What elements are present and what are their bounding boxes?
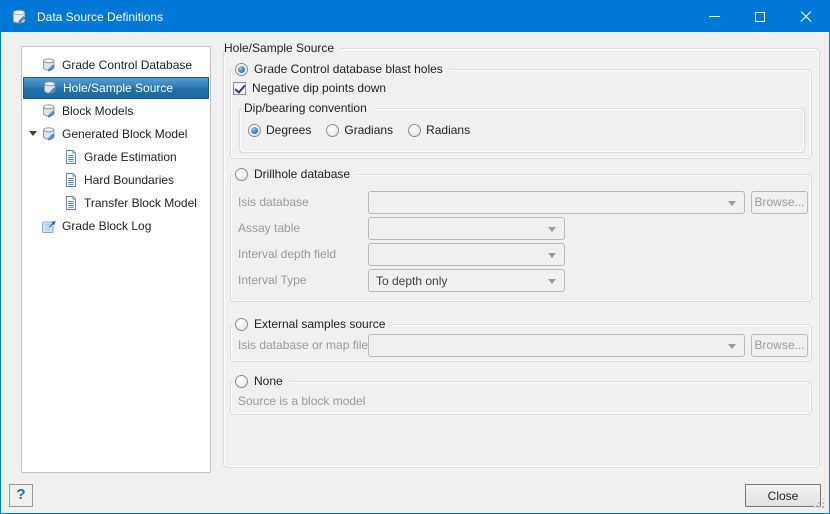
dip-bearing-options: Degrees Gradians Radians: [248, 123, 470, 137]
document-icon: [63, 172, 79, 188]
tree-item-label: Hard Boundaries: [84, 173, 174, 187]
none-radio-label: None: [254, 374, 283, 388]
interval-depth-field-combobox[interactable]: [368, 243, 565, 266]
isis-map-file-label: Isis database or map file: [238, 338, 368, 352]
close-icon: [800, 11, 812, 23]
gradians-radio[interactable]: [326, 124, 339, 137]
isis-map-file-browse-button[interactable]: Browse...: [751, 334, 808, 357]
tree-item-generated-block-model[interactable]: Generated Block Model: [23, 123, 209, 145]
tree-item-label: Grade Estimation: [84, 150, 177, 164]
isis-map-file-combobox[interactable]: [368, 334, 745, 357]
assay-table-combobox[interactable]: [368, 217, 565, 240]
database-edit-icon: [41, 57, 57, 73]
interval-depth-field-label: Interval depth field: [238, 247, 336, 261]
drillhole-group: Drillhole database Isis database Browse.…: [230, 174, 812, 302]
chevron-down-icon: [548, 279, 556, 284]
blast-holes-radio-label: Grade Control database blast holes: [254, 62, 443, 76]
minimize-button[interactable]: [691, 1, 737, 32]
dip-bearing-group: Dip/bearing convention Degrees Gradians …: [239, 108, 805, 153]
group-title-text: Hole/Sample Source: [224, 41, 334, 55]
isis-database-combobox[interactable]: [368, 191, 745, 214]
radians-radio[interactable]: [408, 124, 421, 137]
expander-icon[interactable]: [29, 131, 37, 136]
resize-grip[interactable]: [812, 496, 824, 508]
none-group: None Source is a block model: [230, 381, 812, 415]
tree-item-label: Generated Block Model: [62, 127, 187, 141]
degrees-radio[interactable]: [248, 124, 261, 137]
chevron-down-icon: [728, 201, 736, 206]
blast-holes-radio[interactable]: [235, 63, 248, 76]
tree-item-block-models[interactable]: Block Models: [23, 100, 209, 122]
assay-table-label: Assay table: [238, 221, 300, 235]
interval-type-label: Interval Type: [238, 273, 306, 287]
radians-option[interactable]: Radians: [408, 123, 470, 137]
browse-label: Browse...: [754, 195, 804, 209]
database-edit-icon: [42, 80, 58, 96]
negative-dip-label: Negative dip points down: [252, 81, 386, 95]
database-icon: [10, 8, 28, 26]
navigation-tree: Grade Control Database Hole/Sample Sourc…: [21, 46, 211, 473]
external-samples-group: External samples source Isis database or…: [230, 324, 812, 362]
dip-bearing-title: Dip/bearing convention: [244, 101, 367, 115]
tree-item-label: Block Models: [62, 104, 133, 118]
tree-item-grade-estimation[interactable]: Grade Estimation: [23, 146, 209, 168]
gradians-label: Gradians: [344, 123, 393, 137]
tree-item-transfer-block-model[interactable]: Transfer Block Model: [23, 192, 209, 214]
data-source-definitions-dialog: Data Source Definitions Grade Control Da…: [0, 0, 830, 514]
chevron-down-icon: [728, 344, 736, 349]
tree-item-label: Hole/Sample Source: [63, 81, 173, 95]
tree-item-grade-control-database[interactable]: Grade Control Database: [23, 54, 209, 76]
isis-database-label: Isis database: [238, 195, 309, 209]
block-log-icon: [41, 218, 57, 234]
degrees-label: Degrees: [266, 123, 311, 137]
close-button[interactable]: Close: [745, 484, 821, 507]
tree-item-label: Transfer Block Model: [84, 196, 197, 210]
external-samples-radio-label: External samples source: [254, 317, 385, 331]
tree-item-label: Grade Block Log: [62, 219, 151, 233]
hole-sample-source-group: Hole/Sample Source Grade Control databas…: [223, 48, 820, 468]
document-icon: [63, 149, 79, 165]
database-edit-icon: [41, 103, 57, 119]
minimize-icon: [709, 16, 720, 17]
browse-label: Browse...: [754, 338, 804, 352]
window-title: Data Source Definitions: [37, 10, 163, 24]
window-controls: [691, 1, 829, 32]
tree-item-hole-sample-source[interactable]: Hole/Sample Source: [23, 77, 209, 99]
interval-type-value: To depth only: [376, 274, 447, 288]
group-title: Hole/Sample Source: [224, 40, 341, 56]
close-window-button[interactable]: [783, 1, 829, 32]
isis-database-browse-button[interactable]: Browse...: [751, 191, 808, 214]
help-icon: ?: [16, 486, 25, 503]
degrees-option[interactable]: Degrees: [248, 123, 311, 137]
chevron-down-icon: [548, 253, 556, 258]
document-icon: [63, 195, 79, 211]
negative-dip-row: Negative dip points down: [233, 81, 386, 95]
negative-dip-checkbox[interactable]: [233, 82, 246, 95]
titlebar[interactable]: Data Source Definitions: [1, 1, 829, 32]
drillhole-radio-label: Drillhole database: [254, 167, 350, 181]
blast-holes-group: Grade Control database blast holes Negat…: [230, 69, 812, 159]
drillhole-radio[interactable]: [235, 168, 248, 181]
help-button[interactable]: ?: [9, 484, 33, 507]
maximize-icon: [755, 12, 765, 22]
maximize-button[interactable]: [737, 1, 783, 32]
radians-label: Radians: [426, 123, 470, 137]
gradians-option[interactable]: Gradians: [326, 123, 393, 137]
tree-item-grade-block-log[interactable]: Grade Block Log: [23, 215, 209, 237]
none-radio[interactable]: [235, 375, 248, 388]
interval-type-combobox[interactable]: To depth only: [368, 269, 565, 292]
close-button-label: Close: [768, 489, 799, 503]
external-samples-radio[interactable]: [235, 318, 248, 331]
database-edit-icon: [41, 126, 57, 142]
tree-item-label: Grade Control Database: [62, 58, 192, 72]
chevron-down-icon: [548, 227, 556, 232]
tree-item-hard-boundaries[interactable]: Hard Boundaries: [23, 169, 209, 191]
none-description: Source is a block model: [238, 394, 365, 408]
